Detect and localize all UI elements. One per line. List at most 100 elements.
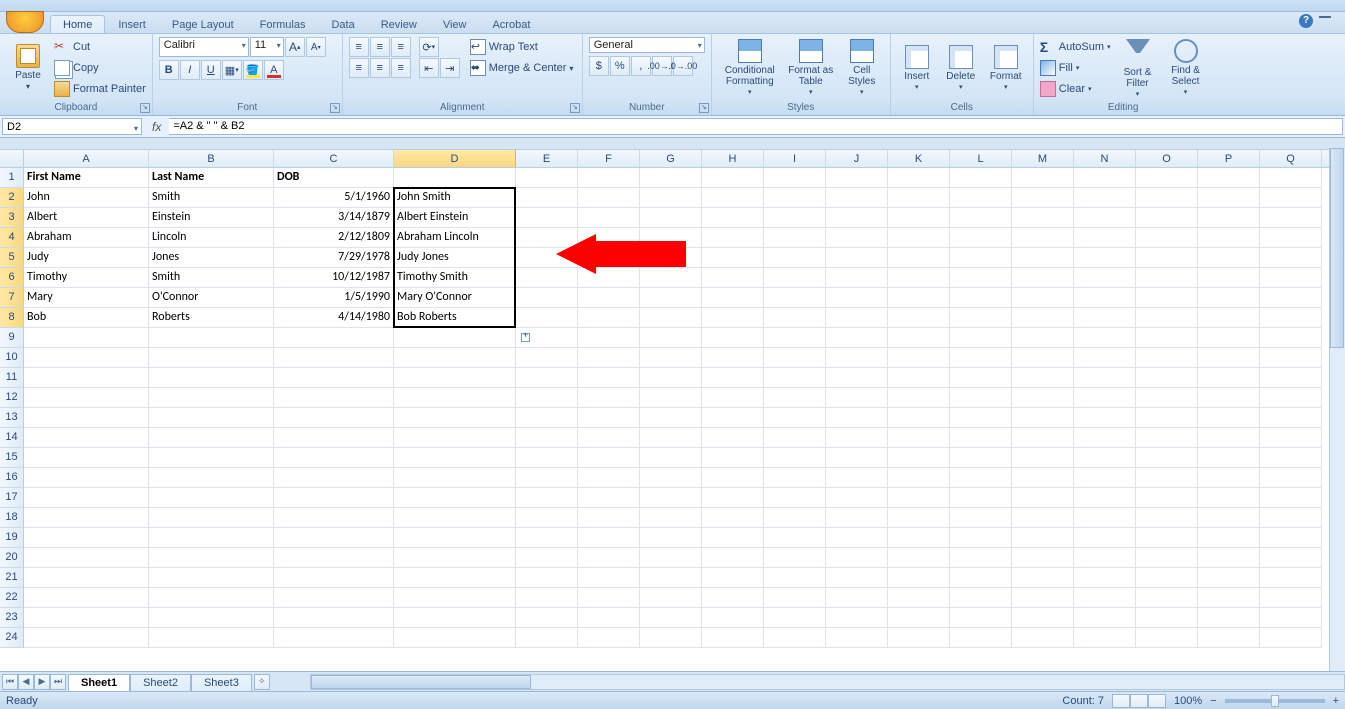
cell-A3[interactable]: Albert (24, 208, 149, 228)
cell-H22[interactable] (702, 588, 764, 608)
cell-A17[interactable] (24, 488, 149, 508)
cell-N6[interactable] (1074, 268, 1136, 288)
cell-Q2[interactable] (1260, 188, 1322, 208)
cell-B23[interactable] (149, 608, 274, 628)
cell-E4[interactable] (516, 228, 578, 248)
cell-Q11[interactable] (1260, 368, 1322, 388)
cell-F9[interactable] (578, 328, 640, 348)
cell-Q6[interactable] (1260, 268, 1322, 288)
border-button[interactable]: ▦▾ (222, 60, 242, 80)
cell-O8[interactable] (1136, 308, 1198, 328)
cell-D21[interactable] (394, 568, 516, 588)
cell-K24[interactable] (888, 628, 950, 648)
cell-O4[interactable] (1136, 228, 1198, 248)
cell-I12[interactable] (764, 388, 826, 408)
cell-H5[interactable] (702, 248, 764, 268)
cell-L16[interactable] (950, 468, 1012, 488)
cell-F7[interactable] (578, 288, 640, 308)
cell-E5[interactable] (516, 248, 578, 268)
cell-C23[interactable] (274, 608, 394, 628)
italic-button[interactable]: I (180, 60, 200, 80)
cell-B18[interactable] (149, 508, 274, 528)
cell-J23[interactable] (826, 608, 888, 628)
cell-A12[interactable] (24, 388, 149, 408)
cell-K20[interactable] (888, 548, 950, 568)
cell-D13[interactable] (394, 408, 516, 428)
clear-button[interactable]: Clear ▾ (1040, 79, 1111, 99)
cell-F8[interactable] (578, 308, 640, 328)
cell-Q13[interactable] (1260, 408, 1322, 428)
cell-D20[interactable] (394, 548, 516, 568)
cell-C13[interactable] (274, 408, 394, 428)
cell-C12[interactable] (274, 388, 394, 408)
cell-F19[interactable] (578, 528, 640, 548)
horizontal-scrollbar[interactable] (310, 674, 1345, 690)
format-painter-button[interactable]: Format Painter (54, 79, 146, 99)
cell-E12[interactable] (516, 388, 578, 408)
cell-J3[interactable] (826, 208, 888, 228)
row-header-16[interactable]: 16 (0, 468, 24, 488)
cell-B6[interactable]: Smith (149, 268, 274, 288)
cell-H1[interactable] (702, 168, 764, 188)
cell-I18[interactable] (764, 508, 826, 528)
cell-A4[interactable]: Abraham (24, 228, 149, 248)
cell-G2[interactable] (640, 188, 702, 208)
cell-N16[interactable] (1074, 468, 1136, 488)
cell-Q5[interactable] (1260, 248, 1322, 268)
cell-E8[interactable] (516, 308, 578, 328)
cell-H17[interactable] (702, 488, 764, 508)
cell-M6[interactable] (1012, 268, 1074, 288)
cell-J7[interactable] (826, 288, 888, 308)
cell-L6[interactable] (950, 268, 1012, 288)
sheet-tab-sheet3[interactable]: Sheet3 (191, 674, 252, 691)
row-header-13[interactable]: 13 (0, 408, 24, 428)
column-header-Q[interactable]: Q (1260, 150, 1322, 167)
fill-color-button[interactable]: 🪣 (243, 60, 263, 80)
cell-A1[interactable]: First Name (24, 168, 149, 188)
font-dialog-launcher[interactable]: ↘ (330, 103, 340, 113)
cell-C19[interactable] (274, 528, 394, 548)
cell-L19[interactable] (950, 528, 1012, 548)
column-header-E[interactable]: E (516, 150, 578, 167)
cell-H3[interactable] (702, 208, 764, 228)
cell-D22[interactable] (394, 588, 516, 608)
cell-M19[interactable] (1012, 528, 1074, 548)
cell-H12[interactable] (702, 388, 764, 408)
help-icon[interactable]: ? (1299, 14, 1313, 28)
first-sheet-button[interactable]: ⏮ (2, 674, 18, 690)
cell-H2[interactable] (702, 188, 764, 208)
cell-E11[interactable] (516, 368, 578, 388)
cell-H6[interactable] (702, 268, 764, 288)
cell-H15[interactable] (702, 448, 764, 468)
cell-H18[interactable] (702, 508, 764, 528)
cell-J9[interactable] (826, 328, 888, 348)
cell-O13[interactable] (1136, 408, 1198, 428)
cell-I6[interactable] (764, 268, 826, 288)
cell-I1[interactable] (764, 168, 826, 188)
cell-A16[interactable] (24, 468, 149, 488)
cell-G17[interactable] (640, 488, 702, 508)
column-header-H[interactable]: H (702, 150, 764, 167)
row-header-18[interactable]: 18 (0, 508, 24, 528)
cell-C24[interactable] (274, 628, 394, 648)
cell-K17[interactable] (888, 488, 950, 508)
cell-M21[interactable] (1012, 568, 1074, 588)
cell-A8[interactable]: Bob (24, 308, 149, 328)
cell-M9[interactable] (1012, 328, 1074, 348)
cell-C8[interactable]: 4/14/1980 (274, 308, 394, 328)
cell-G19[interactable] (640, 528, 702, 548)
cell-G12[interactable] (640, 388, 702, 408)
column-header-D[interactable]: D (394, 150, 516, 167)
tab-acrobat[interactable]: Acrobat (479, 15, 543, 33)
cell-C7[interactable]: 1/5/1990 (274, 288, 394, 308)
cell-I24[interactable] (764, 628, 826, 648)
column-header-K[interactable]: K (888, 150, 950, 167)
cell-N3[interactable] (1074, 208, 1136, 228)
tab-insert[interactable]: Insert (105, 15, 159, 33)
cell-O17[interactable] (1136, 488, 1198, 508)
cell-K10[interactable] (888, 348, 950, 368)
column-header-B[interactable]: B (149, 150, 274, 167)
cell-H10[interactable] (702, 348, 764, 368)
cell-K2[interactable] (888, 188, 950, 208)
cell-A5[interactable]: Judy (24, 248, 149, 268)
